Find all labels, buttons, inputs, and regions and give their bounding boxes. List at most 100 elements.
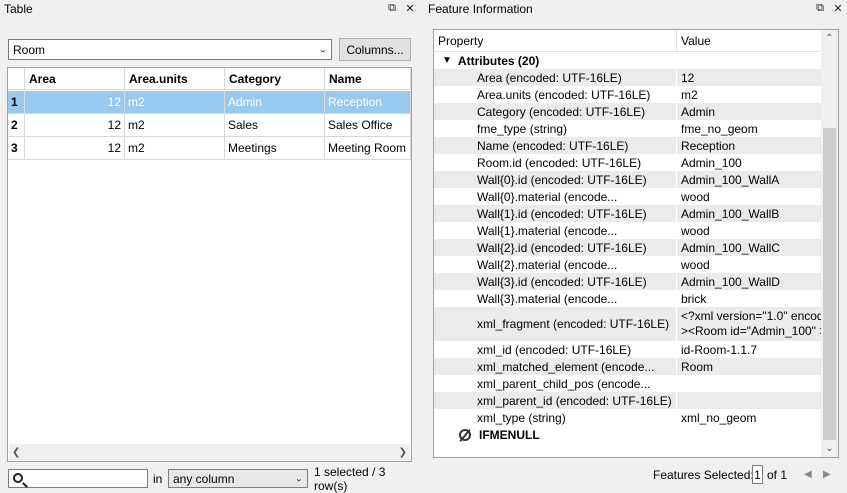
attribute-property: Wall{3}.id (encoded: UTF-16LE) [434, 273, 677, 290]
attribute-row[interactable]: Category (encoded: UTF-16LE) Admin [434, 103, 821, 120]
cell-name[interactable]: Meeting Room [325, 137, 411, 159]
undock-icon[interactable]: ⧉ [383, 0, 401, 17]
attribute-value[interactable]: 12 [677, 69, 821, 86]
attribute-value[interactable]: Reception [677, 137, 821, 154]
attribute-value[interactable]: Admin_100 [677, 154, 821, 171]
scroll-right-icon[interactable]: ❯ [399, 447, 407, 458]
cell-category[interactable]: Sales [225, 114, 325, 136]
attribute-row[interactable]: Wall{1}.material (encode... wood [434, 222, 821, 239]
attribute-row[interactable]: Wall{0}.material (encode... wood [434, 188, 821, 205]
attribute-row[interactable]: Area.units (encoded: UTF-16LE) m2 [434, 86, 821, 103]
column-select[interactable]: any column ⌄ [168, 469, 308, 488]
attribute-row[interactable]: xml_matched_element (encode... Room [434, 358, 821, 375]
table-row[interactable]: 2 12 m2 Sales Sales Office [8, 114, 411, 137]
attribute-row[interactable]: xml_id (encoded: UTF-16LE) id-Room-1.1.7 [434, 341, 821, 358]
cell-units[interactable]: m2 [125, 137, 225, 159]
attribute-value[interactable]: Admin_100_WallB [677, 205, 821, 222]
attribute-row[interactable]: Wall{1}.id (encoded: UTF-16LE) Admin_100_… [434, 205, 821, 222]
attribute-value[interactable]: wood [677, 222, 821, 239]
cell-name[interactable]: Sales Office [325, 114, 411, 136]
attribute-value[interactable]: Admin_100_WallD [677, 273, 821, 290]
attribute-value[interactable]: Room [677, 358, 821, 375]
search-input[interactable] [8, 469, 148, 488]
geometry-row[interactable]: IFMENULL [434, 426, 821, 443]
cell-area[interactable]: 12 [25, 137, 125, 159]
attribute-value[interactable] [677, 375, 821, 392]
attribute-value[interactable]: Admin_100_WallA [677, 171, 821, 188]
cell-category[interactable]: Admin [225, 91, 325, 113]
attribute-row[interactable]: Wall{3}.material (encode... brick [434, 290, 821, 307]
attribute-row[interactable]: xml_parent_child_pos (encode... [434, 375, 821, 392]
attribute-value[interactable]: wood [677, 188, 821, 205]
attribute-property: xml_id (encoded: UTF-16LE) [434, 341, 677, 358]
attribute-value[interactable]: id-Room-1.1.7 [677, 341, 821, 358]
row-number[interactable]: 2 [8, 114, 25, 136]
column-header-area-units[interactable]: Area.units [125, 68, 225, 90]
attribute-row[interactable]: Name (encoded: UTF-16LE) Reception [434, 137, 821, 154]
attribute-row[interactable]: Wall{0}.id (encoded: UTF-16LE) Admin_100_… [434, 171, 821, 188]
undock-icon[interactable]: ⧉ [811, 0, 829, 17]
next-page-icon[interactable]: ▶ [823, 469, 831, 480]
attribute-value[interactable]: wood [677, 256, 821, 273]
scrollbar-thumb[interactable] [823, 128, 836, 440]
attribute-property: xml_fragment (encoded: UTF-16LE) [434, 307, 677, 341]
row-number[interactable]: 3 [8, 137, 25, 159]
header-value[interactable]: Value [677, 30, 821, 52]
attributes-group-row[interactable]: ▼ Attributes (20) [434, 52, 821, 69]
header-property[interactable]: Property [434, 30, 677, 52]
attribute-value[interactable]: Admin [677, 103, 821, 120]
attribute-row[interactable]: Wall{2}.material (encode... wood [434, 256, 821, 273]
table-row[interactable]: 1 12 m2 Admin Reception [8, 91, 411, 114]
scroll-down-icon[interactable]: ⌄ [821, 440, 838, 457]
attribute-property: Wall{2}.material (encode... [434, 256, 677, 273]
attribute-value[interactable]: m2 [677, 86, 821, 103]
attribute-property: Area (encoded: UTF-16LE) [434, 69, 677, 86]
attribute-value[interactable]: fme_no_geom [677, 120, 821, 137]
attribute-row[interactable]: xml_parent_id (encoded: UTF-16LE) [434, 392, 821, 409]
scroll-up-icon[interactable]: ⌃ [821, 30, 838, 47]
previous-page-icon[interactable]: ◀ [804, 469, 812, 480]
column-header-category[interactable]: Category [225, 68, 325, 90]
page-input[interactable]: 1 [752, 465, 763, 484]
scroll-left-icon[interactable]: ❮ [12, 447, 20, 458]
cell-name[interactable]: Reception [325, 91, 411, 113]
chevron-down-icon: ⌄ [318, 44, 327, 55]
dataset-select-value: Room [13, 42, 46, 57]
row-number[interactable]: 1 [8, 91, 25, 113]
corner-cell[interactable] [8, 68, 25, 90]
attribute-value[interactable] [677, 392, 821, 409]
attribute-row[interactable]: fme_type (string) fme_no_geom [434, 120, 821, 137]
attribute-value[interactable]: brick [677, 290, 821, 307]
chevron-down-icon: ⌄ [294, 473, 303, 484]
column-header-name[interactable]: Name [325, 68, 411, 90]
attribute-row[interactable]: Wall{3}.id (encoded: UTF-16LE) Admin_100_… [434, 273, 821, 290]
attribute-value[interactable]: Admin_100_WallC [677, 239, 821, 256]
attribute-row[interactable]: xml_fragment (encoded: UTF-16LE) <?xml ve… [434, 307, 821, 341]
dataset-select[interactable]: Room ⌄ [8, 39, 332, 60]
attribute-property: xml_parent_child_pos (encode... [434, 375, 677, 392]
attribute-value[interactable]: xml_no_geom [677, 409, 821, 426]
cell-category[interactable]: Meetings [225, 137, 325, 159]
attribute-row[interactable]: Area (encoded: UTF-16LE) 12 [434, 69, 821, 86]
close-icon[interactable]: ✕ [401, 0, 419, 17]
column-header-area[interactable]: Area [25, 68, 125, 90]
close-icon[interactable]: ✕ [829, 0, 847, 17]
horizontal-scrollbar[interactable]: ❮ ❯ [9, 444, 410, 460]
attribute-row[interactable]: Room.id (encoded: UTF-16LE) Admin_100 [434, 154, 821, 171]
attribute-row[interactable]: Wall{2}.id (encoded: UTF-16LE) Admin_100_… [434, 239, 821, 256]
columns-button[interactable]: Columns... [339, 38, 411, 61]
attribute-value[interactable]: <?xml version="1.0" encodi ><Room id="Adm… [677, 307, 821, 341]
cell-area[interactable]: 12 [25, 91, 125, 113]
cell-units[interactable]: m2 [125, 91, 225, 113]
vertical-scrollbar[interactable]: ⌃ ⌄ [821, 30, 838, 457]
feature-panel-title: Feature Information [428, 1, 533, 16]
attribute-row[interactable]: xml_type (string) xml_no_geom [434, 409, 821, 426]
attribute-property: xml_matched_element (encode... [434, 358, 677, 375]
table-header: Area Area.units Category Name [8, 68, 411, 90]
attribute-property: Wall{0}.material (encode... [434, 188, 677, 205]
tree-header: Property Value [434, 30, 821, 52]
table-row[interactable]: 3 12 m2 Meetings Meeting Room [8, 137, 411, 160]
cell-area[interactable]: 12 [25, 114, 125, 136]
cell-units[interactable]: m2 [125, 114, 225, 136]
chevron-down-icon[interactable]: ▼ [442, 55, 452, 66]
